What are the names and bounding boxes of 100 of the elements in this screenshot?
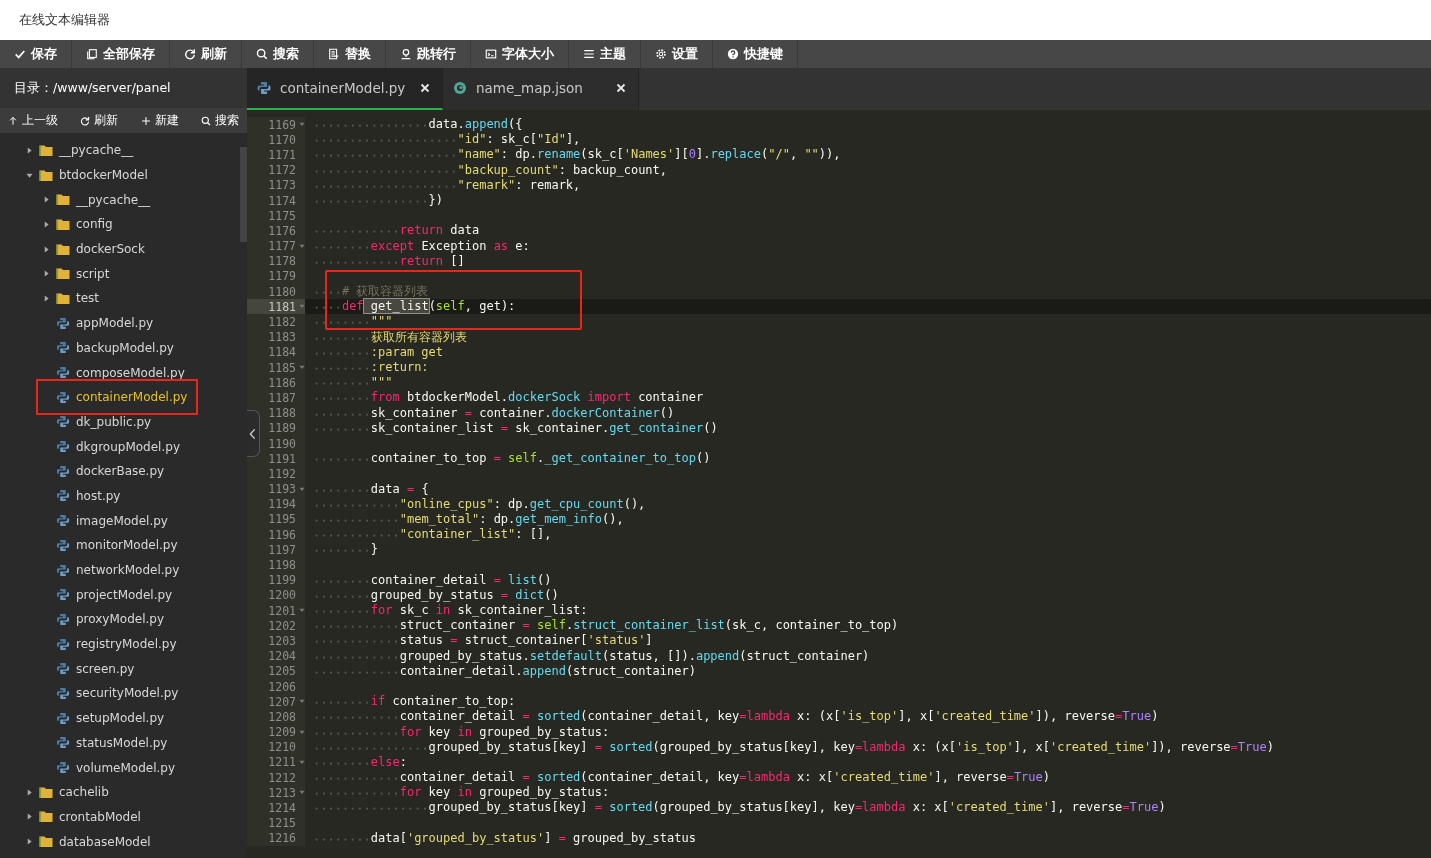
directory-path: 目录：/www/server/panel bbox=[14, 79, 171, 97]
code-line: from btdockerModel.dockerSock import container bbox=[313, 390, 704, 406]
file-icon bbox=[56, 538, 70, 552]
window-icon bbox=[485, 48, 497, 60]
plus-icon bbox=[140, 115, 151, 126]
tree-item[interactable]: __pycache__ bbox=[26, 139, 138, 162]
line-number: 1179 bbox=[267, 269, 296, 284]
chevron-left-icon bbox=[249, 427, 256, 440]
tree-item[interactable]: test bbox=[43, 287, 104, 310]
line-number: 1192 bbox=[267, 466, 296, 481]
line-number: 1188 bbox=[267, 406, 296, 421]
file-icon bbox=[56, 514, 70, 528]
tree-item[interactable]: proxyModel.py bbox=[43, 608, 169, 631]
line-number: 1176 bbox=[267, 223, 296, 238]
code-line: for key in grouped_by_status: bbox=[313, 785, 610, 801]
tree-item[interactable]: monitorModel.py bbox=[43, 534, 182, 557]
tree-item[interactable]: dockerSock bbox=[43, 238, 149, 261]
line-number: 1190 bbox=[267, 436, 296, 451]
tree-item[interactable]: dk_public.py bbox=[43, 410, 156, 433]
caret-right-icon bbox=[26, 813, 33, 821]
fold-caret-icon[interactable] bbox=[299, 759, 305, 765]
tree-item[interactable]: config bbox=[43, 213, 117, 236]
tree-item[interactable]: appModel.py bbox=[43, 312, 158, 335]
tree-item[interactable]: databaseModel bbox=[26, 830, 155, 853]
location-pin-icon bbox=[400, 48, 412, 60]
line-number: 1178 bbox=[267, 254, 296, 269]
tree-item[interactable]: backupModel.py bbox=[43, 336, 178, 359]
line-number: 1184 bbox=[267, 345, 296, 360]
tree-item[interactable]: setupModel.py bbox=[43, 707, 169, 730]
code-line: 获取所有容器列表 bbox=[313, 329, 467, 345]
folder-icon bbox=[39, 168, 53, 182]
tree-item[interactable]: imageModel.py bbox=[43, 509, 172, 532]
sidebar-action-button[interactable]: 刷新 bbox=[78, 109, 121, 132]
fold-caret-icon[interactable] bbox=[299, 790, 305, 796]
tree-item[interactable]: dkgroupModel.py bbox=[43, 435, 184, 458]
tree-item[interactable]: script bbox=[43, 262, 114, 285]
fold-caret-icon[interactable] bbox=[299, 304, 305, 310]
line-number: 1210 bbox=[267, 740, 296, 755]
fold-caret-icon[interactable] bbox=[299, 608, 305, 614]
tree-item[interactable]: networkModel.py bbox=[43, 559, 184, 582]
file-icon bbox=[56, 390, 70, 404]
fold-caret-icon[interactable] bbox=[299, 243, 305, 249]
tree-item[interactable]: cachelib bbox=[26, 781, 113, 804]
line-number: 1197 bbox=[267, 542, 296, 557]
copy-icon bbox=[86, 48, 98, 60]
line-number: 1174 bbox=[267, 193, 296, 208]
editor-tab[interactable]: containerModel.py bbox=[247, 68, 443, 110]
code-line: if container_to_top: bbox=[313, 694, 516, 710]
tree-item[interactable]: crontabModel bbox=[26, 805, 145, 828]
tree-item[interactable]: __pycache__ bbox=[43, 188, 155, 211]
code-line: container_detail = list() bbox=[313, 572, 552, 588]
close-icon[interactable] bbox=[420, 83, 430, 93]
fold-caret-icon[interactable] bbox=[299, 122, 305, 128]
sidebar-action-button[interactable]: 新建 bbox=[138, 109, 181, 132]
code-line: container_detail = sorted(container_detail, key=lambda x: x['created_time'], reverse=True) bbox=[313, 770, 1051, 786]
tree-item[interactable]: screen.py bbox=[43, 657, 139, 680]
line-number: 1205 bbox=[267, 664, 296, 679]
tree-item[interactable]: statusModel.py bbox=[43, 731, 172, 754]
tree-item[interactable]: host.py bbox=[43, 484, 125, 507]
code-line: except Exception as e: bbox=[313, 238, 530, 254]
settings-icon bbox=[655, 48, 667, 60]
file-icon bbox=[56, 736, 70, 750]
line-number: 1193 bbox=[267, 482, 296, 497]
line-number: 1211 bbox=[267, 755, 296, 770]
file-icon bbox=[56, 612, 70, 626]
tree-item[interactable]: dockerBase.py bbox=[43, 460, 169, 483]
line-number: 1177 bbox=[267, 239, 296, 254]
scrollbar-thumb[interactable] bbox=[240, 147, 247, 242]
tree-item[interactable]: securityModel.py bbox=[43, 682, 183, 705]
sidebar-action-button[interactable]: 搜索 bbox=[199, 109, 241, 132]
collapse-button[interactable] bbox=[247, 410, 260, 457]
tree-item[interactable]: composeModel.py bbox=[43, 361, 189, 384]
code-line: container_to_top = self._get_container_to_top() bbox=[313, 451, 711, 467]
line-number: 1206 bbox=[267, 679, 296, 694]
fold-caret-icon[interactable] bbox=[299, 729, 305, 735]
line-number: 1214 bbox=[267, 801, 296, 816]
code-line: "online_cpus": dp.get_cpu_count(), bbox=[313, 496, 646, 512]
tree-item[interactable]: containerModel.py bbox=[43, 386, 192, 409]
window-title: 在线文本编辑器 bbox=[19, 11, 110, 29]
code-line: } bbox=[313, 542, 379, 558]
tree-item[interactable]: btdockerModel bbox=[26, 164, 152, 187]
fold-caret-icon[interactable] bbox=[299, 365, 305, 371]
close-icon[interactable] bbox=[616, 83, 626, 93]
refresh-icon bbox=[184, 48, 196, 60]
code-line: grouped_by_status.setdefault(status, []).append(struct_container) bbox=[313, 648, 870, 664]
fold-caret-icon[interactable] bbox=[299, 699, 305, 705]
sidebar-action-button[interactable]: 上一级 bbox=[6, 109, 60, 132]
tree-item[interactable]: volumeModel.py bbox=[43, 756, 180, 779]
folder-icon bbox=[56, 242, 70, 256]
code-line: for key in grouped_by_status: bbox=[313, 724, 610, 740]
editor-tab[interactable]: name_map.json bbox=[443, 68, 639, 110]
file-icon bbox=[56, 415, 70, 429]
code-line: data = { bbox=[313, 481, 429, 497]
file-icon bbox=[56, 440, 70, 454]
line-number: 1194 bbox=[267, 497, 296, 512]
tree-item[interactable]: registryModel.py bbox=[43, 633, 181, 656]
tree-item[interactable]: projectModel.py bbox=[43, 583, 177, 606]
line-number: 1183 bbox=[267, 330, 296, 345]
line-number: 1204 bbox=[267, 649, 296, 664]
fold-caret-icon[interactable] bbox=[299, 486, 305, 492]
